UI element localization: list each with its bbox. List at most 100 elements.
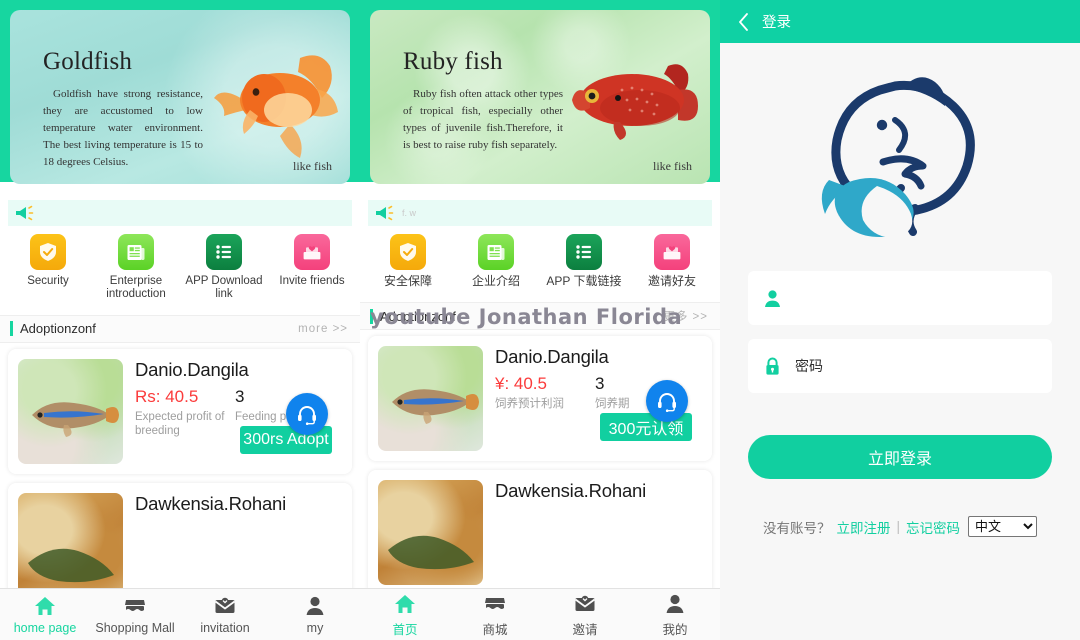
tab-home[interactable]: home page: [0, 589, 90, 640]
hero-description: Goldfish have strong resistance, they ar…: [43, 88, 203, 169]
section-title: Adoptionzonf: [20, 321, 96, 337]
tab-shopping-mall[interactable]: Shopping Mall: [90, 589, 180, 640]
quick-link-security[interactable]: 安全保障: [364, 234, 452, 288]
quick-link-app-download[interactable]: APP Download link: [180, 234, 268, 301]
product-info: Dawkensia.Rohani: [483, 480, 702, 585]
login-submit-button[interactable]: 立即登录: [748, 435, 1052, 479]
goldfish-image: [214, 55, 338, 158]
section-header-adoption: Adoptionzonf more >>: [0, 314, 360, 343]
language-select[interactable]: 中文English: [968, 516, 1037, 537]
tab-home[interactable]: 首页: [360, 589, 450, 640]
product-thumbnail: [18, 492, 123, 598]
tab-label: 首页: [392, 622, 418, 637]
fish-logo: [821, 77, 975, 238]
tab-label: 我的: [662, 622, 688, 637]
login-header: 登录: [720, 0, 1080, 43]
login-header-title: 登录: [762, 15, 791, 31]
quick-link-security[interactable]: Security: [4, 234, 92, 301]
quick-link-invite[interactable]: Invite friends: [268, 234, 356, 301]
password-field[interactable]: 密码: [748, 339, 1052, 393]
quick-link-label: 企业介绍: [471, 274, 520, 288]
bottom-tabbar: 首页 商城 邀请 我的: [360, 588, 720, 640]
section-more-link[interactable]: more >>: [298, 323, 348, 335]
home-icon: [395, 594, 415, 613]
document-icon: [478, 234, 514, 270]
tab-shopping-mall[interactable]: 商城: [450, 589, 540, 640]
gift-heart-icon: [654, 234, 690, 270]
login-panel: 登录 密码 立即登录 没有账号？ 立即注册 | 忘记密码 中文: [720, 0, 1080, 640]
app-screen: Goldfish Goldfish have strong resistance…: [0, 0, 1080, 640]
hero-title: Ruby fish: [403, 48, 503, 75]
store-icon: [125, 600, 145, 613]
product-card[interactable]: Danio.Dangila ¥: 40.5 饲养预计利润 3 饲养期 300元认…: [368, 336, 712, 462]
customer-service-icon[interactable]: [286, 392, 328, 435]
product-name: Dawkensia.Rohani: [495, 480, 647, 502]
username-field[interactable]: [748, 271, 1052, 325]
product-thumbnail: [378, 346, 483, 452]
list-icon: [206, 234, 242, 270]
product-list: Danio.Dangila Rs: 40.5 Expected profit o…: [0, 343, 360, 608]
quick-link-label: 安全保障: [383, 274, 432, 288]
quick-link-invite[interactable]: 邀请好友: [628, 234, 716, 288]
tab-my[interactable]: my: [270, 589, 360, 640]
quick-link-app-download[interactable]: APP 下载链接: [540, 234, 628, 288]
quick-link-label: Invite friends: [279, 275, 345, 287]
product-price-caption: Expected profit of breeding: [135, 410, 225, 438]
watermark-text: youtube Jonathan Florida: [370, 305, 683, 329]
brand-logo-wrap: [720, 43, 1080, 271]
back-chevron-icon[interactable]: [738, 12, 749, 31]
quick-link-enterprise[interactable]: 企业介绍: [452, 234, 540, 288]
hero-signature: like fish: [653, 159, 692, 173]
product-price: Rs: 40.5: [135, 386, 199, 406]
person-icon: [306, 596, 324, 615]
home-icon: [35, 597, 55, 615]
tab-invitation[interactable]: invitation: [180, 589, 270, 640]
product-card[interactable]: Dawkensia.Rohani: [368, 470, 712, 596]
tab-invitation[interactable]: 邀请: [540, 589, 630, 640]
hero-card[interactable]: Ruby fish Ruby fish often attack other t…: [370, 10, 710, 184]
product-price: ¥: 40.5: [495, 374, 547, 394]
mobile-panel-english: Goldfish Goldfish have strong resistance…: [0, 0, 360, 640]
product-name: Danio.Dangila: [135, 358, 249, 380]
notice-text: f. w: [402, 208, 417, 218]
hero-banner-goldfish[interactable]: Goldfish Goldfish have strong resistance…: [0, 0, 360, 196]
notice-bar[interactable]: f. w: [368, 200, 712, 226]
person-icon: [666, 594, 684, 613]
tab-label: Shopping Mall: [95, 621, 175, 635]
no-account-text: 没有账号？: [762, 520, 831, 536]
product-info: Dawkensia.Rohani: [123, 493, 342, 598]
shield-check-icon: [30, 234, 66, 270]
product-price-caption: 饲养预计利润: [495, 398, 564, 411]
hero-description: Ruby fish often attack other types of tr…: [403, 88, 563, 152]
list-icon: [566, 234, 602, 270]
document-icon: [118, 234, 154, 270]
tab-label: 邀请: [572, 622, 598, 637]
megaphone-icon: [376, 205, 394, 221]
person-icon: [765, 289, 780, 307]
store-icon: [485, 597, 505, 611]
quick-link-label: Security: [27, 275, 69, 287]
hero-banner-rubyfish[interactable]: Ruby fish Ruby fish often attack other t…: [360, 0, 720, 196]
product-thumbnail: [18, 358, 123, 464]
forgot-password-link[interactable]: 忘记密码: [906, 517, 960, 537]
lock-icon: [766, 357, 779, 375]
login-footer-links: 没有账号？ 立即注册 | 忘记密码 中文English: [720, 516, 1080, 537]
section-accent-bar: [10, 321, 13, 337]
quick-link-label: Enterprise introduction: [106, 275, 166, 300]
shield-check-icon: [390, 234, 426, 270]
product-card[interactable]: Danio.Dangila Rs: 40.5 Expected profit o…: [8, 348, 352, 474]
hero-card[interactable]: Goldfish Goldfish have strong resistance…: [10, 10, 350, 184]
product-list: Danio.Dangila ¥: 40.5 饲养预计利润 3 饲养期 300元认…: [360, 330, 720, 596]
tab-label: invitation: [200, 621, 250, 635]
tab-my[interactable]: 我的: [630, 589, 720, 640]
password-input-value: 密码: [795, 358, 823, 374]
envelope-icon: [214, 597, 236, 613]
notice-bar[interactable]: [8, 200, 352, 226]
quick-link-label: APP Download link: [185, 275, 263, 300]
tab-label: home page: [13, 621, 77, 635]
product-name: Dawkensia.Rohani: [135, 492, 287, 514]
tab-label: my: [306, 621, 324, 635]
register-link[interactable]: 立即注册: [836, 517, 890, 537]
quick-links-grid: Security Enterprise introduction APP Dow…: [0, 226, 360, 305]
quick-link-enterprise[interactable]: Enterprise introduction: [92, 234, 180, 301]
